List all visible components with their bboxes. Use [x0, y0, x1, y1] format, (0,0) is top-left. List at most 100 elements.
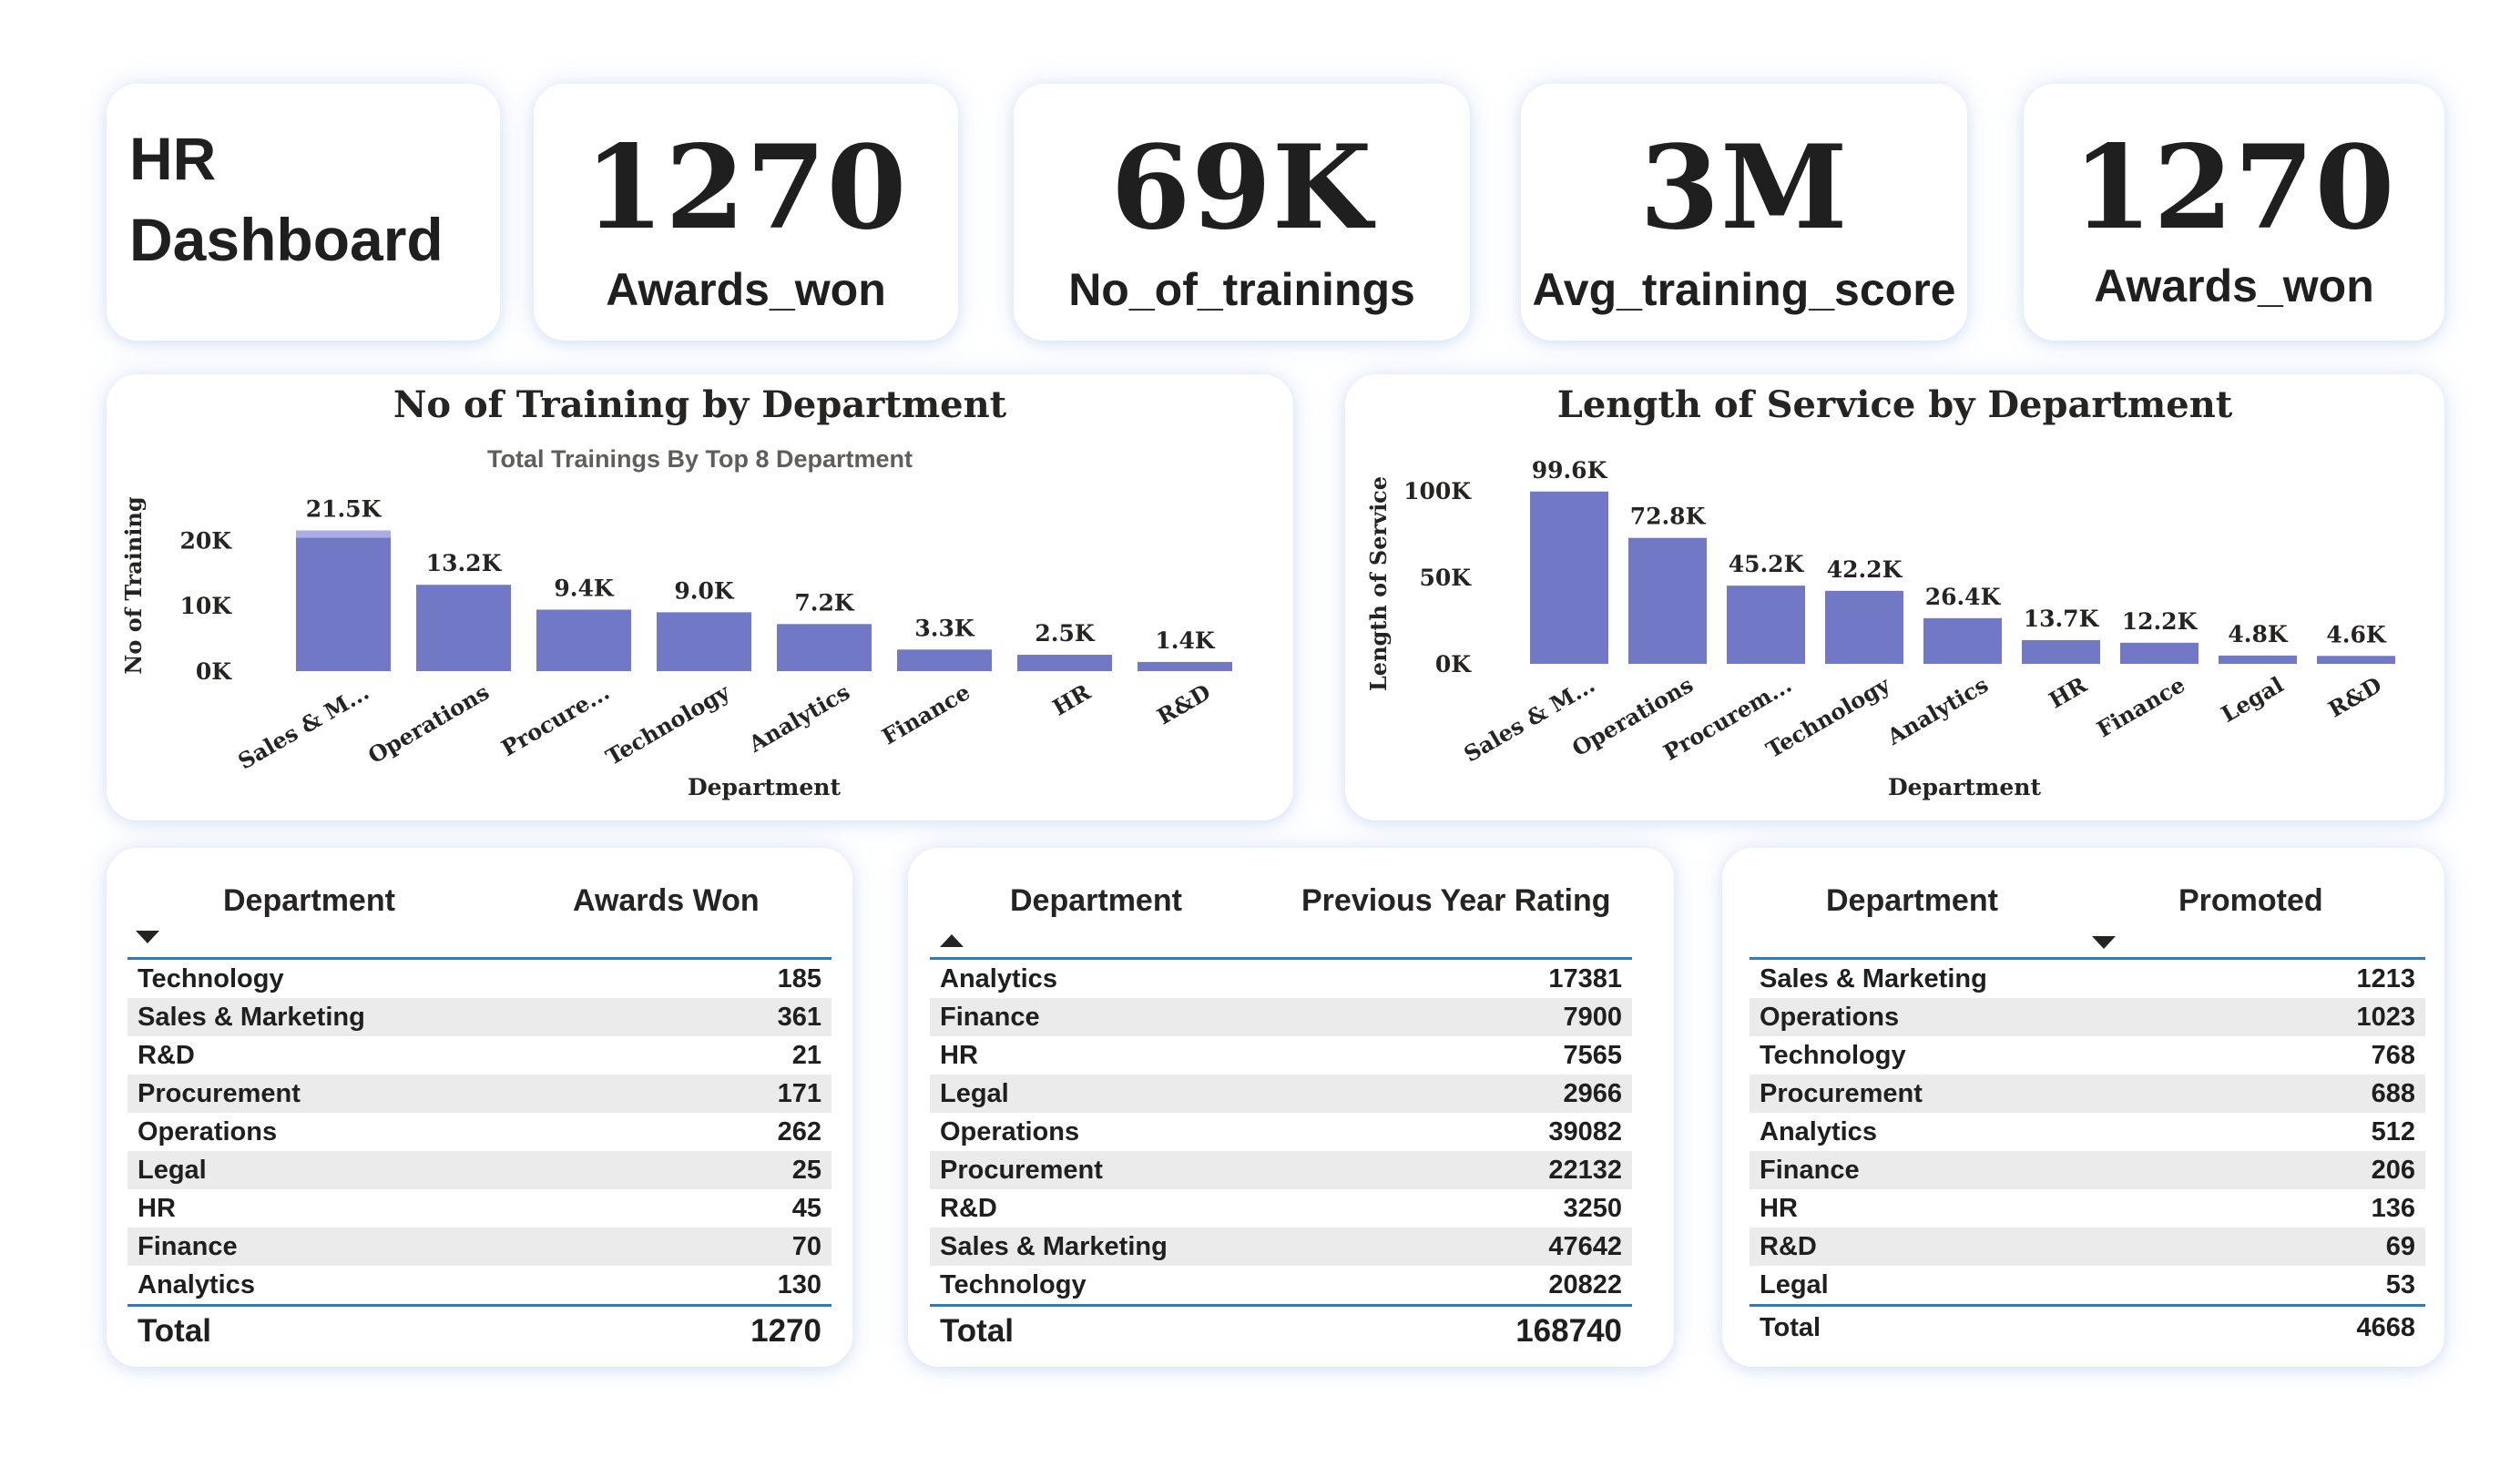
table-row[interactable]: Analytics 130 — [128, 1266, 831, 1304]
department-cell: Legal — [1760, 1270, 1829, 1299]
table-row[interactable]: HR 7565 — [930, 1036, 1632, 1075]
table-row[interactable]: Sales & Marketing 47642 — [930, 1228, 1632, 1266]
table-row[interactable]: R&D 3250 — [930, 1189, 1632, 1228]
table-row[interactable]: Legal 25 — [128, 1151, 831, 1189]
data-label: 26.4K — [1925, 584, 2002, 610]
bar — [296, 530, 391, 671]
bar — [1530, 491, 1608, 664]
dashboard-title: HR Dashboard — [129, 118, 444, 280]
department-cell: Finance — [1760, 1156, 1860, 1185]
value-cell: 171 — [777, 1079, 821, 1108]
table-row[interactable]: Finance 206 — [1750, 1151, 2425, 1189]
table-card-promoted: Department Promoted Sales & Marketing 121… — [1722, 848, 2444, 1367]
sort-desc-icon[interactable] — [136, 931, 159, 943]
kpi-label: Awards_won — [606, 264, 886, 315]
department-cell: R&D — [138, 1041, 195, 1070]
y-tick-label: 100K — [1403, 478, 1472, 504]
column-header-awards-won[interactable]: Awards Won — [573, 882, 760, 919]
column-header-previous-year-rating[interactable]: Previous Year Rating — [1301, 882, 1611, 919]
department-cell: Technology — [1760, 1041, 1906, 1070]
value-cell: 2966 — [1563, 1079, 1622, 1108]
sort-asc-icon[interactable] — [940, 934, 964, 947]
value-cell: 688 — [2371, 1079, 2415, 1108]
column-header-promoted[interactable]: Promoted — [2178, 882, 2323, 919]
category-label: Sales & M... — [233, 678, 373, 775]
table-row[interactable]: Procurement 22132 — [930, 1151, 1632, 1189]
value-cell: 21 — [791, 1041, 821, 1070]
column-header-department[interactable]: Department — [1826, 882, 1998, 919]
kpi-value: 3M — [1639, 120, 1849, 255]
dashboard-title-line-1: HR — [129, 125, 217, 192]
bar — [897, 649, 992, 671]
table-row[interactable]: Operations 39082 — [930, 1113, 1632, 1151]
value-cell: 70 — [791, 1232, 821, 1261]
department-cell: Procurement — [1760, 1079, 1923, 1108]
table-row[interactable]: Procurement 688 — [1750, 1075, 2425, 1113]
table-row[interactable]: Technology 20822 — [930, 1266, 1632, 1304]
y-axis-label: No of Training — [120, 496, 147, 674]
data-label: 13.2K — [426, 550, 503, 576]
table-row[interactable]: Analytics 512 — [1750, 1113, 2425, 1151]
department-cell: Sales & Marketing — [138, 1003, 365, 1032]
value-cell: 512 — [2371, 1117, 2415, 1146]
table-card-rating: Department Previous Year Rating Analytic… — [908, 848, 1674, 1367]
total-value: 168740 — [1515, 1313, 1622, 1349]
table-body: Analytics 17381 Finance 7900 HR 7565 Legal 2966… — [930, 960, 1632, 1304]
column-header-department[interactable]: Department — [1010, 882, 1182, 919]
total-label: Total — [940, 1313, 1015, 1349]
sort-desc-icon[interactable] — [2092, 936, 2116, 949]
table-row[interactable]: Legal 53 — [1750, 1266, 2425, 1304]
department-cell: Sales & Marketing — [940, 1232, 1168, 1261]
department-cell: R&D — [1760, 1232, 1817, 1261]
bar — [536, 609, 631, 671]
table-body: Sales & Marketing 1213 Operations 1023 Techn… — [1750, 960, 2425, 1304]
category-label: R&D — [2323, 671, 2386, 722]
table-row[interactable]: Finance 70 — [128, 1228, 831, 1266]
value-cell: 136 — [2371, 1194, 2415, 1223]
department-cell: Legal — [940, 1079, 1009, 1108]
column-header-department[interactable]: Department — [223, 882, 395, 919]
table-row[interactable]: Operations 262 — [128, 1113, 831, 1151]
table-row[interactable]: HR 45 — [128, 1189, 831, 1228]
table-row[interactable]: Sales & Marketing 361 — [128, 998, 831, 1036]
bar — [1923, 617, 2002, 664]
total-value: 4668 — [2356, 1313, 2415, 1342]
table-row[interactable]: Technology 768 — [1750, 1036, 2425, 1075]
category-label: Technology — [601, 678, 735, 771]
x-axis-label: Department — [1888, 774, 2042, 800]
table-header: Department Promoted — [1750, 870, 2425, 960]
category-label: Analytics — [743, 678, 854, 758]
kpi-label: Avg_training_score — [1532, 264, 1956, 315]
training-bar-chart: 0K 10K 20K No of Training Department 21.5K Sal… — [120, 496, 1232, 800]
data-label: 12.2K — [2122, 608, 2199, 635]
data-label: 2.5K — [1035, 620, 1095, 647]
table-row[interactable]: Analytics 17381 — [930, 960, 1632, 998]
category-label: Analytics — [1882, 671, 1993, 750]
table-row[interactable]: Sales & Marketing 1213 — [1750, 960, 2425, 998]
data-label: 9.4K — [554, 575, 614, 601]
data-label: 45.2K — [1729, 551, 1805, 577]
table-row[interactable]: Technology 185 — [128, 960, 831, 998]
category-label: Operations — [363, 678, 494, 769]
table-row[interactable]: R&D 69 — [1750, 1228, 2425, 1266]
department-cell: HR — [138, 1194, 176, 1223]
table-row[interactable]: Procurement 171 — [128, 1075, 831, 1113]
bar-highlight — [296, 530, 391, 538]
department-cell: Operations — [1760, 1003, 1900, 1032]
department-cell: Analytics — [1760, 1117, 1877, 1146]
table-row[interactable]: Legal 2966 — [930, 1075, 1632, 1113]
y-tick-label: 0K — [1435, 651, 1472, 678]
value-cell: 39082 — [1548, 1117, 1622, 1146]
chart-card-trainings: No of Training by Department Total Train… — [107, 374, 1293, 820]
table-row[interactable]: HR 136 — [1750, 1189, 2425, 1228]
data-label: 4.6K — [2326, 621, 2386, 647]
department-cell: Analytics — [940, 964, 1057, 993]
table-row[interactable]: Operations 1023 — [1750, 998, 2425, 1036]
data-label: 1.4K — [1155, 627, 1215, 654]
table-row[interactable]: R&D 21 — [128, 1036, 831, 1075]
data-label: 9.0K — [674, 577, 734, 604]
department-cell: HR — [1760, 1194, 1798, 1223]
data-label: 7.2K — [794, 589, 854, 616]
bar — [2317, 656, 2395, 664]
table-row[interactable]: Finance 7900 — [930, 998, 1632, 1036]
